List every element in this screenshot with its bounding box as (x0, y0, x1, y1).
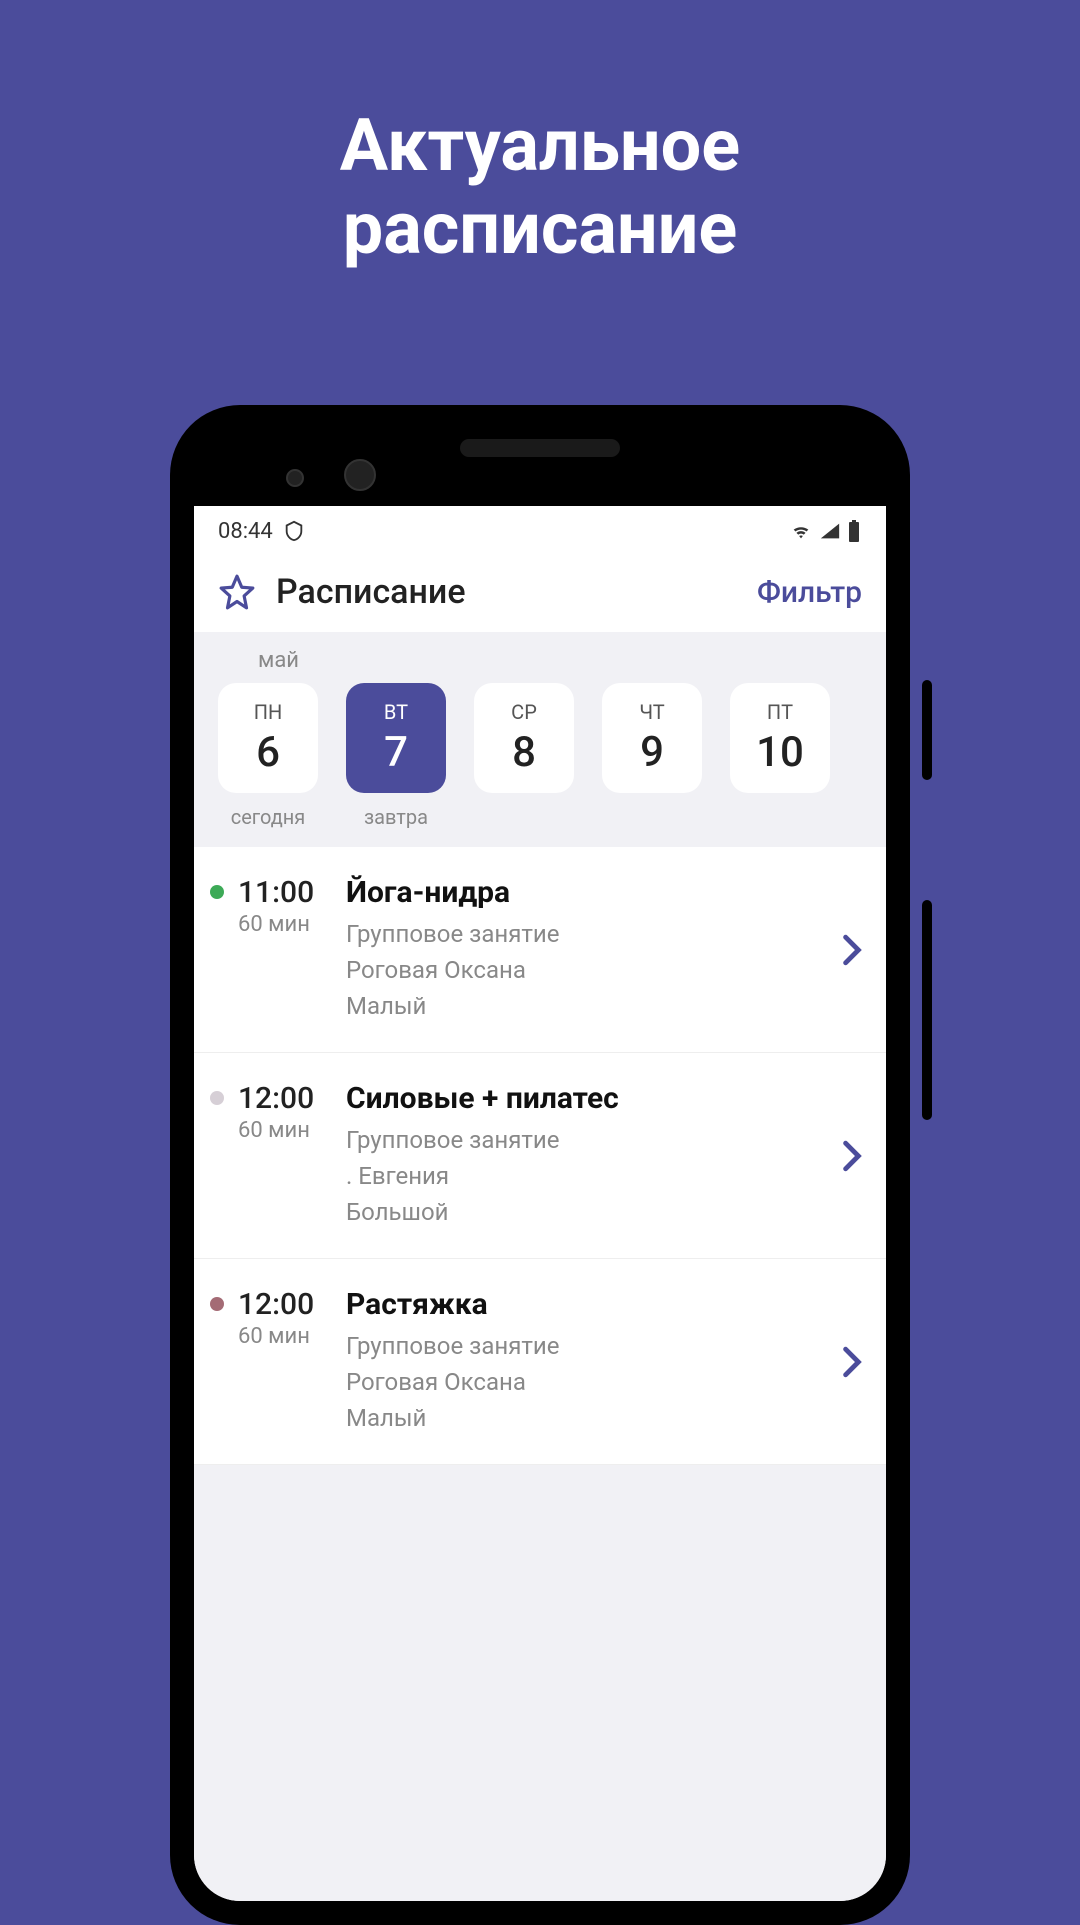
date-item[interactable]: ПТ10 (722, 683, 838, 829)
chevron-right-icon (842, 934, 862, 966)
schedule-item[interactable]: 11:00 60 мин Йога-нидра Групповое заняти… (194, 847, 886, 1053)
date-item[interactable]: СР8 (466, 683, 582, 829)
star-icon[interactable] (218, 573, 256, 611)
shield-icon (283, 519, 305, 543)
phone-speaker (460, 439, 620, 457)
item-type: Групповое занятие (346, 1328, 828, 1364)
status-dot (210, 885, 224, 899)
schedule-item[interactable]: 12:00 60 мин Силовые + пилатес Групповое… (194, 1053, 886, 1259)
date-item-peek[interactable] (850, 683, 870, 829)
item-trainer: Роговая Оксана (346, 952, 828, 988)
chevron-right-icon (842, 1140, 862, 1172)
phone-side-button (922, 900, 932, 1120)
status-dot (210, 1297, 224, 1311)
item-title: Растяжка (346, 1287, 828, 1322)
item-trainer: . Евгения (346, 1158, 828, 1194)
date-item-selected[interactable]: ВТ7 завтра (338, 683, 454, 829)
promo-title: Актуальное расписание (0, 0, 1080, 271)
item-time: 11:00 (238, 875, 332, 910)
filter-button[interactable]: Фильтр (757, 575, 862, 610)
item-duration: 60 мин (238, 912, 332, 937)
phone-screen: 08:44 Расписание Фильтр май (194, 506, 886, 1901)
month-label: май (210, 648, 870, 673)
item-room: Малый (346, 988, 828, 1024)
item-room: Малый (346, 1400, 828, 1436)
schedule-item[interactable]: 12:00 60 мин Растяжка Групповое занятие … (194, 1259, 886, 1465)
empty-area (194, 1465, 886, 1901)
chevron-right-icon (842, 1346, 862, 1378)
date-item[interactable]: ЧТ9 (594, 683, 710, 829)
item-title: Силовые + пилатес (346, 1081, 828, 1116)
schedule-list: 11:00 60 мин Йога-нидра Групповое заняти… (194, 847, 886, 1465)
item-duration: 60 мин (238, 1324, 332, 1349)
item-type: Групповое занятие (346, 1122, 828, 1158)
item-room: Большой (346, 1194, 828, 1230)
item-time: 12:00 (238, 1081, 332, 1116)
status-dot (210, 1091, 224, 1105)
item-title: Йога-нидра (346, 875, 828, 910)
page-title: Расписание (276, 572, 466, 612)
dates-row[interactable]: ПН6 сегодня ВТ7 завтра СР8 ЧТ9 (210, 683, 870, 829)
item-trainer: Роговая Оксана (346, 1364, 828, 1400)
phone-frame: 08:44 Расписание Фильтр май (170, 405, 910, 1925)
wifi-icon (788, 520, 814, 542)
status-bar: 08:44 (194, 506, 886, 556)
item-time: 12:00 (238, 1287, 332, 1322)
date-strip: май ПН6 сегодня ВТ7 завтра СР8 (194, 632, 886, 847)
phone-side-button (922, 680, 932, 780)
item-duration: 60 мин (238, 1118, 332, 1143)
app-header: Расписание Фильтр (194, 556, 886, 632)
phone-camera (286, 469, 304, 487)
signal-icon (818, 520, 842, 542)
battery-icon (846, 519, 862, 543)
status-time: 08:44 (218, 519, 273, 544)
phone-camera (344, 459, 376, 491)
item-type: Групповое занятие (346, 916, 828, 952)
date-item[interactable]: ПН6 сегодня (210, 683, 326, 829)
